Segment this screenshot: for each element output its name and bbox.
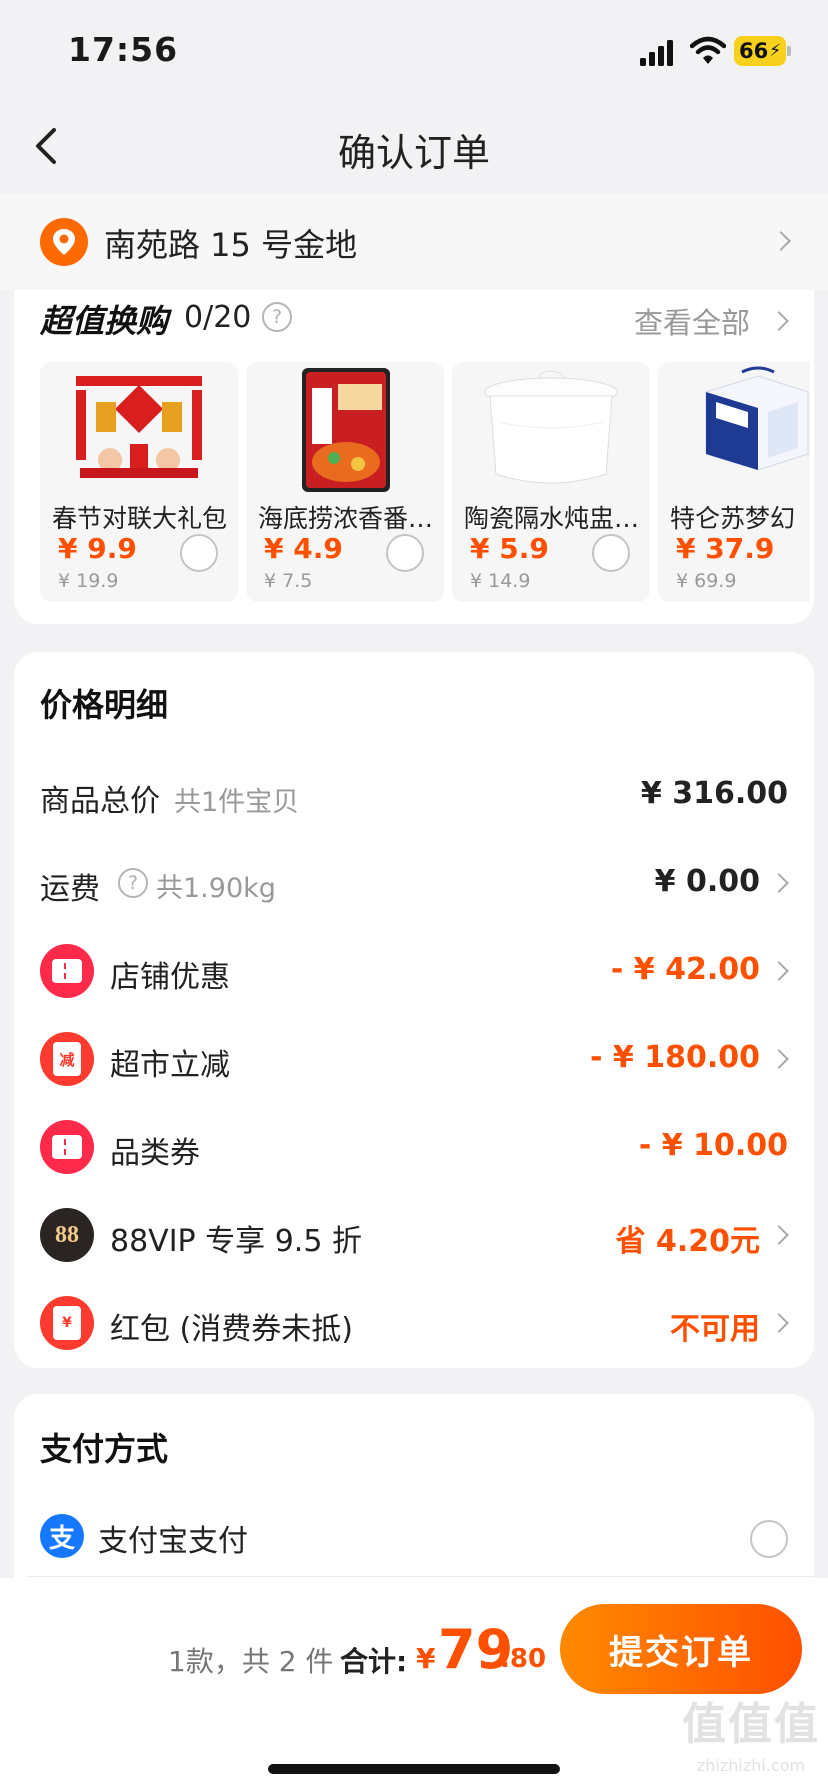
item-count: 1款，共 2 件 (168, 1645, 334, 1678)
goods-total-value: ¥ 316.00 (640, 776, 788, 811)
page-title: 确认订单 (337, 131, 490, 175)
red-packet-label: 红包 (消费券未抵) (110, 1312, 353, 1347)
battery-level: 66 (739, 39, 769, 63)
location-pin-icon (40, 218, 88, 266)
total-currency: ¥ (416, 1642, 436, 1675)
product-name: 春节对联大礼包 (52, 504, 228, 533)
red-packet-row[interactable]: ¥ 红包 (消费券未抵) 不可用 (14, 1294, 814, 1354)
shipping-label: 运费 (40, 872, 100, 907)
product-price: ¥ 37.9 (676, 532, 775, 565)
wifi-icon (690, 36, 726, 64)
total-amount-decimal: .80 (500, 1644, 547, 1674)
chevron-right-icon (769, 961, 789, 981)
market-reduce-label: 超市立减 (110, 1048, 230, 1083)
shop-discount-label: 店铺优惠 (110, 960, 230, 995)
select-radio[interactable] (592, 534, 630, 572)
watermark-logo: 值值值 (682, 1699, 820, 1750)
vip-label: 88VIP 专享 9.5 折 (110, 1224, 362, 1259)
battery-icon: 66 ⚡ (734, 36, 791, 66)
submit-order-button[interactable]: 提交订单 (560, 1604, 802, 1694)
couplet-gift-image (76, 376, 202, 478)
product-name: 陶瓷隔水炖盅… (464, 504, 640, 533)
coupon-icon (40, 944, 94, 998)
chevron-right-icon (769, 1313, 789, 1333)
address-text: 南苑路 15 号金地 (104, 226, 358, 264)
price-detail-card: 价格明细 商品总价 共1件宝贝 ¥ 316.00 运费 ? 共1.90kg ¥ 0… (14, 652, 814, 1368)
reduce-icon: 减 (40, 1032, 94, 1086)
market-reduce-row[interactable]: 减 超市立减 - ¥ 180.00 (14, 1030, 814, 1090)
shop-discount-row[interactable]: 店铺优惠 - ¥ 42.00 (14, 942, 814, 1002)
cellular-signal-icon (640, 40, 673, 66)
nav-bar: 确认订单 (0, 100, 828, 192)
shipping-row[interactable]: 运费 ? 共1.90kg ¥ 0.00 (14, 854, 814, 914)
shipping-value: ¥ 0.00 (654, 864, 760, 899)
select-radio[interactable] (386, 534, 424, 572)
select-radio[interactable] (180, 534, 218, 572)
product-original-price: ¥ 69.9 (676, 570, 737, 592)
product-original-price: ¥ 19.9 (58, 570, 119, 592)
chevron-right-icon (771, 231, 791, 251)
market-reduce-value: - ¥ 180.00 (590, 1040, 760, 1075)
alipay-icon: 支 (40, 1514, 84, 1558)
status-time: 17:56 (68, 30, 179, 69)
milk-gift-box-image (705, 366, 809, 471)
goods-count: 共1件宝贝 (174, 787, 300, 818)
category-coupon-value: - ¥ 10.00 (638, 1128, 788, 1163)
category-coupon-label: 品类券 (110, 1136, 200, 1171)
swap-product-card[interactable]: 陶瓷隔水炖盅… ¥ 5.9 ¥ 14.9 (452, 362, 650, 602)
divider (26, 1576, 814, 1577)
help-icon[interactable]: ? (262, 302, 292, 332)
category-coupon-row: 品类券 - ¥ 10.00 (14, 1118, 814, 1178)
swap-product-list: 春节对联大礼包 ¥ 9.9 ¥ 19.9 海底捞浓香番… ¥ 4.9 ¥ 7.5 (40, 362, 810, 602)
ceramic-stew-pot-image (484, 370, 618, 484)
red-packet-value: 不可用 (670, 1312, 760, 1347)
coupon-icon (40, 1120, 94, 1174)
goods-total-row: 商品总价 共1件宝贝 ¥ 316.00 (14, 766, 814, 826)
total-label: 合计: (340, 1645, 408, 1678)
alipay-option-label[interactable]: 支付宝支付 (98, 1516, 248, 1560)
help-icon[interactable]: ? (118, 868, 148, 898)
shop-discount-value: - ¥ 42.00 (610, 952, 760, 987)
shipping-weight: 共1.90kg (156, 873, 276, 904)
product-price: ¥ 4.9 (264, 532, 343, 565)
swap-count: 0/20 (184, 300, 252, 335)
charging-bolt-icon: ⚡ (769, 41, 782, 61)
swap-product-card[interactable]: 海底捞浓香番… ¥ 4.9 ¥ 7.5 (246, 362, 444, 602)
chevron-right-icon (769, 1225, 789, 1245)
status-bar: 17:56 66 ⚡ (0, 0, 828, 100)
bottom-submit-bar: 1款，共 2 件 合计: ¥ 79 .80 提交订单 值值值 zhizhizhi… (0, 1578, 828, 1792)
product-price: ¥ 9.9 (58, 532, 137, 565)
product-name: 特仑苏梦幻 (670, 504, 796, 533)
view-all-link[interactable]: 查看全部 (634, 300, 750, 342)
swap-title: 超值换购 (40, 302, 169, 340)
chevron-right-icon (769, 1049, 789, 1069)
section-title: 价格明细 (40, 686, 169, 724)
red-packet-icon: ¥ (40, 1296, 94, 1350)
section-title: 支付方式 (40, 1430, 169, 1468)
product-original-price: ¥ 7.5 (264, 570, 313, 592)
chevron-right-icon (769, 311, 789, 331)
swap-product-card[interactable]: 春节对联大礼包 ¥ 9.9 ¥ 19.9 (40, 362, 238, 602)
swap-purchase-card: 超值换购 0/20 ? 查看全部 春节对联大礼包 ¥ 9.9 ¥ 19.9 海底… (14, 290, 814, 624)
watermark: 值值值 zhizhizhi.com (676, 1688, 826, 1788)
address-selector[interactable]: 南苑路 15 号金地 (0, 194, 828, 290)
vip-discount-row[interactable]: 88 88VIP 专享 9.5 折 省 4.20元 (14, 1206, 814, 1266)
product-original-price: ¥ 14.9 (470, 570, 531, 592)
vip-value: 省 4.20元 (615, 1224, 760, 1259)
swap-product-card[interactable]: 特仑苏梦幻 ¥ 37.9 ¥ 69.9 (658, 362, 810, 602)
product-name: 海底捞浓香番… (258, 504, 434, 533)
hotpot-base-image (302, 368, 390, 492)
alipay-radio[interactable] (750, 1520, 788, 1558)
product-price: ¥ 5.9 (470, 532, 549, 565)
goods-total-label: 商品总价 (40, 784, 160, 819)
row-label: 商品总价 共1件宝贝 (40, 776, 299, 820)
vip-88-icon: 88 (40, 1208, 94, 1262)
chevron-right-icon (769, 873, 789, 893)
home-indicator[interactable] (268, 1764, 560, 1774)
watermark-url: zhizhizhi.com (696, 1756, 806, 1775)
